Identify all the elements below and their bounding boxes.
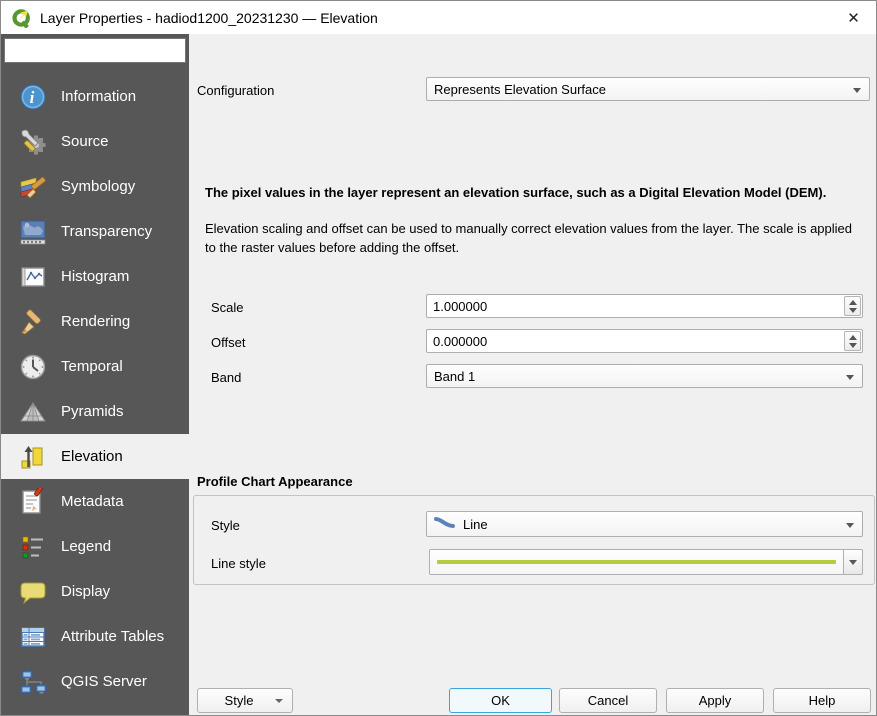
spin-down-icon bbox=[848, 307, 857, 313]
sidebar-item-label: Display bbox=[61, 583, 111, 600]
scale-spinner-buttons[interactable] bbox=[844, 296, 861, 316]
chevron-down-icon bbox=[846, 523, 854, 528]
line-style-dropdown[interactable] bbox=[429, 549, 863, 575]
sidebar-item-qgis-server[interactable]: QGIS Server bbox=[1, 659, 189, 704]
band-value: Band 1 bbox=[434, 368, 476, 384]
sidebar-item-source[interactable]: Source bbox=[1, 119, 189, 164]
source-icon bbox=[18, 127, 48, 157]
apply-button[interactable]: Apply bbox=[666, 688, 764, 713]
style-dropdown[interactable]: Line bbox=[426, 511, 863, 537]
sidebar-item-legend[interactable]: Legend bbox=[1, 524, 189, 569]
elevation-description-bold: The pixel values in the layer represent … bbox=[205, 185, 827, 200]
sidebar-item-label: Legend bbox=[61, 538, 112, 555]
elevation-description-text: Elevation scaling and offset can be used… bbox=[205, 221, 853, 255]
line-style-arrow-button[interactable] bbox=[844, 549, 863, 575]
sidebar-search[interactable] bbox=[4, 38, 190, 63]
sidebar-item-transparency[interactable]: Transparency bbox=[1, 209, 189, 254]
symbology-icon bbox=[18, 172, 48, 202]
close-icon[interactable]: ✕ bbox=[831, 1, 876, 34]
sidebar-item-label: Histogram bbox=[61, 268, 130, 285]
line-style-preview bbox=[437, 560, 836, 564]
line-symbol-icon bbox=[434, 516, 456, 532]
style-label: Style bbox=[211, 518, 240, 533]
sidebar-item-information[interactable]: i Information bbox=[1, 74, 189, 119]
sidebar-item-label: Pyramids bbox=[61, 403, 124, 420]
sidebar-item-label: Temporal bbox=[61, 358, 123, 375]
sidebar-item-metadata[interactable]: Metadata bbox=[1, 479, 189, 524]
sidebar-item-display[interactable]: Display bbox=[1, 569, 189, 614]
offset-spinner-buttons[interactable] bbox=[844, 331, 861, 351]
profile-chart-appearance-title: Profile Chart Appearance bbox=[197, 474, 353, 489]
sidebar-item-label: Source bbox=[61, 133, 109, 150]
window-title: Layer Properties - hadiod1200_20231230 —… bbox=[40, 9, 378, 26]
offset-input[interactable] bbox=[427, 330, 843, 352]
attribute-tables-icon bbox=[18, 622, 48, 652]
sidebar-item-label: Transparency bbox=[61, 223, 153, 240]
svg-text:i: i bbox=[30, 88, 35, 107]
elevation-icon bbox=[18, 442, 48, 472]
sidebar-item-elevation[interactable]: Elevation bbox=[1, 434, 189, 479]
chevron-down-icon bbox=[853, 88, 861, 93]
main-content: Configuration Represents Elevation Surfa… bbox=[189, 34, 876, 715]
sidebar-item-label: Metadata bbox=[61, 493, 124, 510]
display-icon bbox=[18, 577, 48, 607]
style-value: Line bbox=[463, 516, 488, 532]
title-bar: Layer Properties - hadiod1200_20231230 —… bbox=[1, 1, 876, 34]
line-style-label: Line style bbox=[211, 556, 266, 571]
sidebar-item-symbology[interactable]: Symbology bbox=[1, 164, 189, 209]
cancel-button[interactable]: Cancel bbox=[559, 688, 657, 713]
sidebar-item-attribute-tables[interactable]: Attribute Tables bbox=[1, 614, 189, 659]
sidebar-item-label: Symbology bbox=[61, 178, 136, 195]
offset-label: Offset bbox=[211, 335, 246, 350]
sidebar-nav: i Information Source Symbology Transparency H… bbox=[1, 74, 189, 704]
qgis-logo-icon bbox=[12, 8, 32, 28]
transparency-icon bbox=[18, 217, 48, 247]
sidebar-item-label: Attribute Tables bbox=[61, 628, 165, 645]
chevron-down-icon bbox=[275, 699, 283, 703]
rendering-icon bbox=[18, 307, 48, 337]
metadata-icon bbox=[18, 487, 48, 517]
temporal-icon bbox=[18, 352, 48, 382]
sidebar-item-pyramids[interactable]: Pyramids bbox=[1, 389, 189, 434]
sidebar-item-rendering[interactable]: Rendering bbox=[1, 299, 189, 344]
line-style-preview-area bbox=[429, 549, 844, 575]
configuration-dropdown[interactable]: Represents Elevation Surface bbox=[426, 77, 870, 101]
configuration-value: Represents Elevation Surface bbox=[434, 81, 606, 97]
ok-button[interactable]: OK bbox=[449, 688, 552, 713]
style-menu-label: Style bbox=[224, 693, 254, 708]
legend-icon bbox=[18, 532, 48, 562]
spin-down-icon bbox=[848, 342, 857, 348]
scale-label: Scale bbox=[211, 300, 244, 315]
sidebar: i Information Source Symbology Transparency H… bbox=[1, 34, 190, 715]
sidebar-item-label: QGIS Server bbox=[61, 673, 147, 690]
sidebar-item-label: Rendering bbox=[61, 313, 131, 330]
sidebar-item-temporal[interactable]: Temporal bbox=[1, 344, 189, 389]
layer-properties-dialog: Layer Properties - hadiod1200_20231230 —… bbox=[0, 0, 877, 716]
offset-spinbox bbox=[426, 329, 863, 353]
spin-up-icon bbox=[848, 299, 857, 305]
style-menu-button[interactable]: Style bbox=[197, 688, 293, 713]
configuration-label: Configuration bbox=[197, 83, 275, 98]
band-dropdown[interactable]: Band 1 bbox=[426, 364, 863, 388]
search-input[interactable] bbox=[14, 43, 190, 58]
pyramids-icon bbox=[18, 397, 48, 427]
spin-up-icon bbox=[848, 334, 857, 340]
scale-spinbox bbox=[426, 294, 863, 318]
chevron-down-icon bbox=[846, 375, 854, 380]
scale-input[interactable] bbox=[427, 295, 843, 317]
info-icon: i bbox=[18, 82, 48, 112]
sidebar-item-label: Elevation bbox=[61, 448, 123, 465]
band-label: Band bbox=[211, 370, 242, 385]
help-button[interactable]: Help bbox=[773, 688, 871, 713]
histogram-icon bbox=[18, 262, 48, 292]
sidebar-item-label: Information bbox=[61, 88, 137, 105]
qgis-server-icon bbox=[18, 667, 48, 697]
chevron-down-icon bbox=[849, 559, 857, 565]
sidebar-item-histogram[interactable]: Histogram bbox=[1, 254, 189, 299]
